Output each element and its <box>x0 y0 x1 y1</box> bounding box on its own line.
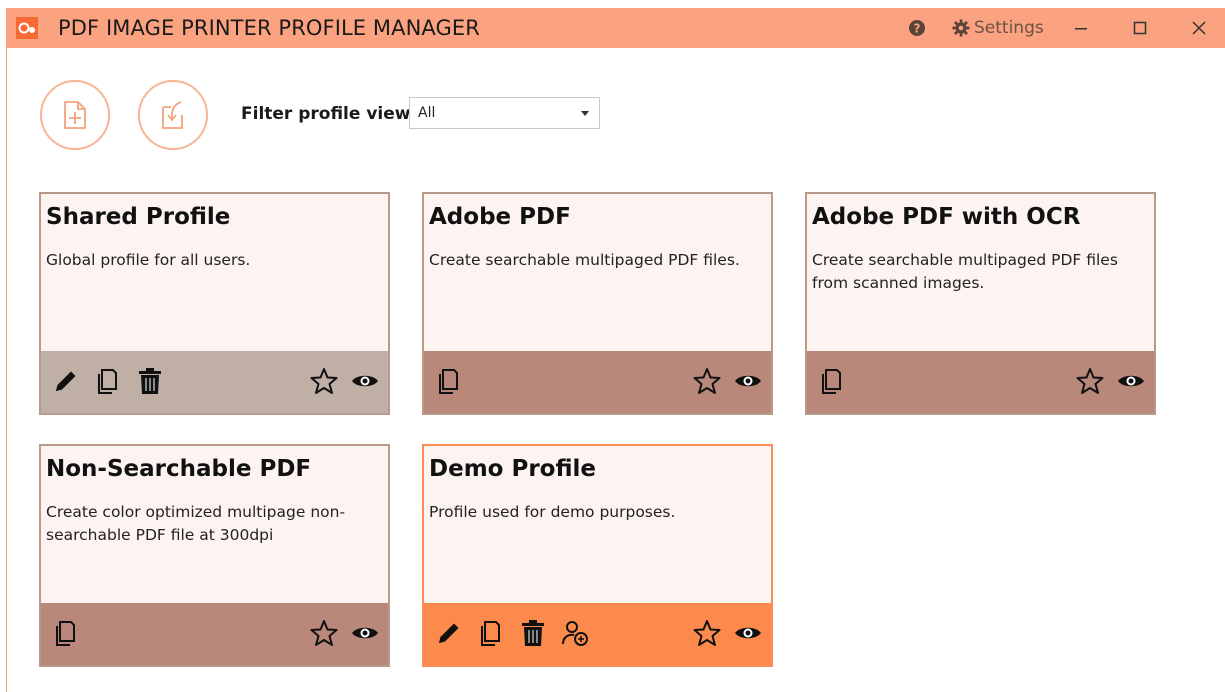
profile-card-footer <box>424 351 771 413</box>
new-document-icon <box>64 101 86 129</box>
star-icon[interactable] <box>309 618 339 648</box>
import-icon <box>162 101 183 129</box>
profile-description: Create searchable multipaged PDF files. <box>429 251 740 269</box>
star-icon[interactable] <box>692 366 722 396</box>
title-bar: PDF IMAGE PRINTER PROFILE MANAGER ? Sett… <box>6 8 1225 48</box>
copy-icon[interactable] <box>93 366 123 396</box>
filter-label: Filter profile views <box>241 104 421 124</box>
profile-description: Create color optimized multipage non-sea… <box>46 503 346 544</box>
app-logo-icon <box>16 17 38 39</box>
eye-icon[interactable] <box>733 618 763 648</box>
new-profile-button[interactable] <box>40 80 110 150</box>
profile-title: Non-Searchable PDF <box>46 456 312 482</box>
profile-card-footer <box>41 603 388 665</box>
profile-title: Shared Profile <box>46 204 231 230</box>
window-title: PDF IMAGE PRINTER PROFILE MANAGER <box>58 16 480 40</box>
profile-description: Global profile for all users. <box>46 251 251 269</box>
profile-card-demo[interactable]: Demo Profile Profile used for demo purpo… <box>422 444 773 667</box>
help-icon[interactable]: ? <box>908 19 926 37</box>
filter-dropdown[interactable]: All <box>409 97 600 129</box>
trash-icon[interactable] <box>135 366 165 396</box>
settings-label: Settings <box>974 18 1044 38</box>
svg-text:?: ? <box>914 22 921 36</box>
eye-icon[interactable] <box>350 618 380 648</box>
eye-icon[interactable] <box>1116 366 1146 396</box>
filter-selected-value: All <box>418 105 436 121</box>
trash-icon[interactable] <box>518 618 548 648</box>
star-icon[interactable] <box>309 366 339 396</box>
close-icon[interactable] <box>1189 18 1209 38</box>
profile-card-adobe-pdf-ocr[interactable]: Adobe PDF with OCR Create searchable mul… <box>805 192 1156 415</box>
profile-card-adobe-pdf[interactable]: Adobe PDF Create searchable multipaged P… <box>422 192 773 415</box>
copy-icon[interactable] <box>434 366 464 396</box>
pencil-icon[interactable] <box>434 618 464 648</box>
profile-description: Profile used for demo purposes. <box>429 503 676 521</box>
profile-card-footer <box>424 603 771 665</box>
minimize-icon[interactable] <box>1071 18 1091 38</box>
copy-icon[interactable] <box>817 366 847 396</box>
star-icon[interactable] <box>1075 366 1105 396</box>
dropdown-arrow-icon <box>581 111 589 116</box>
profile-title: Adobe PDF with OCR <box>812 204 1081 230</box>
import-profile-button[interactable] <box>138 80 208 150</box>
maximize-icon[interactable] <box>1130 18 1150 38</box>
pencil-icon[interactable] <box>51 366 81 396</box>
copy-icon[interactable] <box>51 618 81 648</box>
profile-card-footer <box>41 351 388 413</box>
profile-title: Adobe PDF <box>429 204 571 230</box>
profile-card-non-searchable-pdf[interactable]: Non-Searchable PDF Create color optimize… <box>39 444 390 667</box>
profile-description: Create searchable multipaged PDF files f… <box>812 251 1118 292</box>
eye-icon[interactable] <box>733 366 763 396</box>
profile-card-footer <box>807 351 1154 413</box>
star-icon[interactable] <box>692 618 722 648</box>
profile-title: Demo Profile <box>429 456 596 482</box>
settings-button[interactable]: Settings <box>952 16 1044 40</box>
user-share-icon[interactable] <box>560 618 590 648</box>
gear-icon <box>952 19 970 37</box>
copy-icon[interactable] <box>476 618 506 648</box>
profile-card-shared[interactable]: Shared Profile Global profile for all us… <box>39 192 390 415</box>
eye-icon[interactable] <box>350 366 380 396</box>
